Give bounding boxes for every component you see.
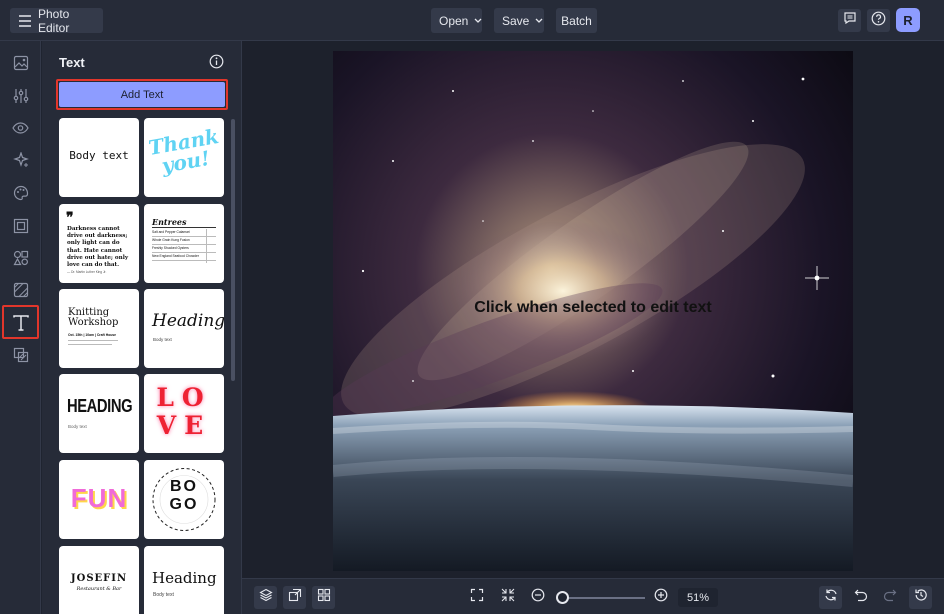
template-heading-bold-title: HEADING xyxy=(67,396,133,416)
save-label: Save xyxy=(502,13,530,28)
history-button[interactable] xyxy=(909,586,932,609)
actual-size-button[interactable] xyxy=(496,586,519,609)
zoom-slider-knob[interactable] xyxy=(556,591,569,604)
template-knitting-title: Knitting Workshop xyxy=(68,307,119,328)
help-icon xyxy=(871,11,886,31)
template-fun-title: FUN xyxy=(70,483,128,513)
zoom-in-button[interactable] xyxy=(649,586,672,609)
chat-icon xyxy=(843,11,857,30)
stack-icon xyxy=(258,588,273,607)
open-label: Open xyxy=(439,13,469,28)
knitting-line xyxy=(68,340,118,341)
template-heading-serif-sub: Body text xyxy=(153,592,174,598)
template-josefin[interactable]: JOSEFIN Restaurant & Bar xyxy=(59,546,139,614)
graphics-icon[interactable] xyxy=(10,247,31,268)
sparkle-icon[interactable] xyxy=(10,149,31,170)
quote-mark-icon: ❞ xyxy=(66,210,74,226)
text-icon[interactable] xyxy=(10,312,31,333)
batch-label: Batch xyxy=(561,13,592,28)
open-button[interactable]: Open xyxy=(431,8,482,33)
flip-button[interactable] xyxy=(819,586,842,609)
template-quote-author: — Dr. Martin Luther King Jr. xyxy=(67,270,107,274)
grid-button[interactable] xyxy=(312,586,335,609)
panel-title: Text xyxy=(59,55,85,70)
zoom-out-icon xyxy=(531,588,545,607)
template-bogo[interactable]: BO GO xyxy=(144,460,224,539)
template-knitting[interactable]: Knitting Workshop Oct. 15th | 10am | Cra… xyxy=(59,289,139,368)
bottom-bar: 51% xyxy=(242,578,944,614)
eye-icon[interactable] xyxy=(10,117,31,138)
collapse-icon xyxy=(501,588,515,607)
adjust-sliders-icon[interactable] xyxy=(10,85,31,106)
avatar[interactable]: R xyxy=(896,8,920,32)
chevron-down-icon xyxy=(535,18,543,24)
template-body-text-label: Body text xyxy=(69,149,129,162)
texture-icon[interactable] xyxy=(10,279,31,300)
frame-icon[interactable] xyxy=(10,215,31,236)
template-fun[interactable]: FUN xyxy=(59,460,139,539)
zoom-value[interactable]: 51% xyxy=(678,588,718,607)
tool-rail xyxy=(0,41,41,614)
redo-button[interactable] xyxy=(878,586,901,609)
add-text-button[interactable]: Add Text xyxy=(59,82,225,107)
panel-scrollbar[interactable] xyxy=(231,119,235,381)
hamburger-icon xyxy=(18,14,32,27)
palette-icon[interactable] xyxy=(10,182,31,203)
layers-button[interactable] xyxy=(254,586,277,609)
template-heading-serif-title: Heading xyxy=(152,569,217,587)
canvas-photo[interactable]: Click when selected to edit text xyxy=(333,51,853,571)
undo-button[interactable] xyxy=(849,586,872,609)
zoom-out-button[interactable] xyxy=(526,586,549,609)
template-quote[interactable]: ❞ Darkness cannot drive out darkness; on… xyxy=(59,204,139,283)
template-heading-script-sub: Body text xyxy=(153,337,172,342)
template-body-text[interactable]: Body text xyxy=(59,118,139,197)
help-button[interactable] xyxy=(867,9,890,32)
entrees-column-line xyxy=(206,229,207,263)
resize-icon xyxy=(288,588,302,607)
template-heading-script-title: Heading xyxy=(152,311,224,331)
undo-icon xyxy=(854,588,868,607)
grid-icon xyxy=(317,588,331,607)
template-heading-bold[interactable]: HEADING Body text xyxy=(59,374,139,453)
template-heading-serif[interactable]: Heading Body text xyxy=(144,546,224,614)
text-panel: Text Add Text Body text Thank you! ❞ Dar… xyxy=(42,41,242,614)
template-bogo-title: BO GO xyxy=(169,478,199,513)
template-josefin-sub: Restaurant & Bar xyxy=(76,586,122,592)
template-josefin-title: JOSEFIN xyxy=(70,573,128,584)
canvas-text-overlay[interactable]: Click when selected to edit text xyxy=(333,299,853,317)
history-icon xyxy=(914,588,928,607)
template-heading-script[interactable]: Heading Body text xyxy=(144,289,224,368)
menu-button[interactable]: Photo Editor xyxy=(10,6,103,35)
feedback-button[interactable] xyxy=(838,9,861,32)
top-bar: Photo Editor Open Save Batch R xyxy=(0,0,944,41)
knitting-line xyxy=(68,344,112,345)
chevron-down-icon xyxy=(474,18,482,24)
template-knitting-sub: Oct. 15th | 10am | Craft House xyxy=(68,333,117,337)
resize-button[interactable] xyxy=(283,586,306,609)
template-entrees[interactable]: Entrees Salt and Pepper Calamari Whole G… xyxy=(144,204,224,283)
template-love[interactable]: LOVE xyxy=(144,374,224,453)
zoom-slider-track[interactable] xyxy=(562,597,645,599)
fit-screen-button[interactable] xyxy=(465,586,488,609)
refresh-icon xyxy=(824,588,838,607)
image-icon[interactable] xyxy=(10,52,31,73)
template-quote-text: Darkness cannot drive out darkness; only… xyxy=(67,226,129,269)
save-button[interactable]: Save xyxy=(494,8,544,33)
template-love-title: LOVE xyxy=(156,383,212,440)
batch-button[interactable]: Batch xyxy=(556,8,597,33)
zoom-in-icon xyxy=(654,588,668,607)
template-thank-you[interactable]: Thank you! xyxy=(144,118,224,197)
layers-icon[interactable] xyxy=(10,344,31,365)
info-icon[interactable] xyxy=(209,54,224,74)
redo-icon xyxy=(883,588,897,607)
entrees-divider xyxy=(152,227,216,228)
expand-icon xyxy=(470,588,484,607)
template-thank-you-label: Thank you! xyxy=(146,123,221,178)
template-entrees-title: Entrees xyxy=(152,217,187,227)
template-heading-bold-sub: Body text xyxy=(68,424,87,429)
app-title: Photo Editor xyxy=(38,6,70,35)
